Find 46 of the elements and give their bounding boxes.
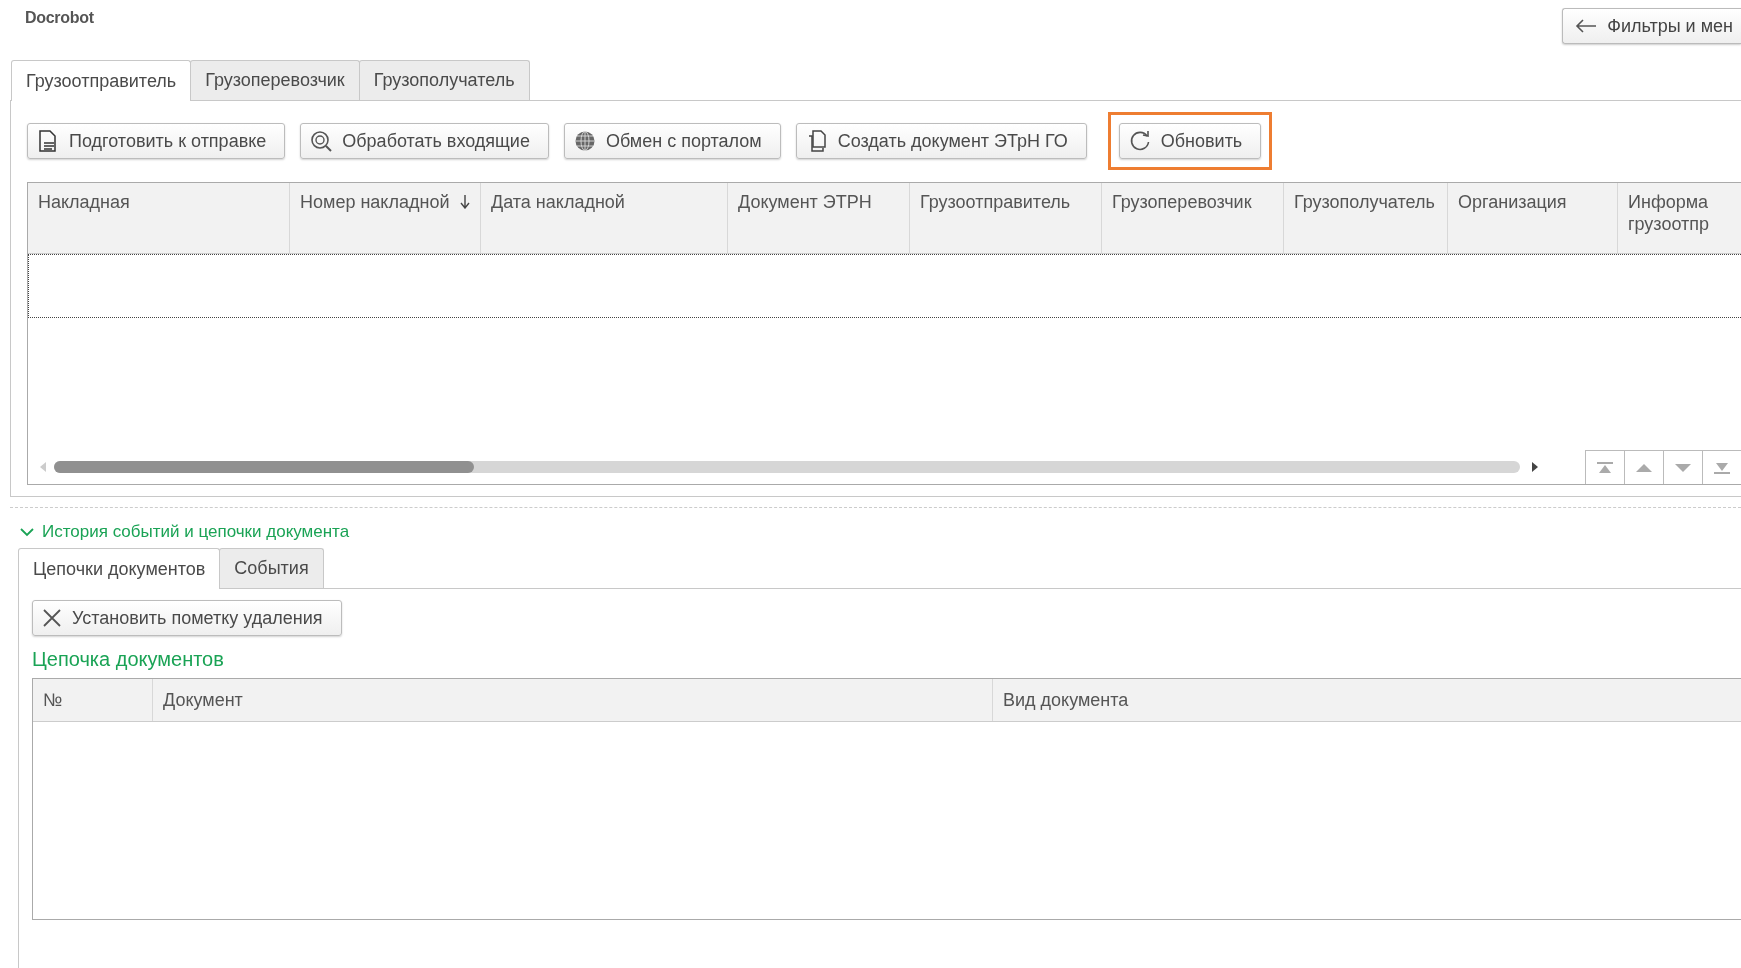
column-header[interactable]: Дата накладной: [481, 183, 728, 253]
column-header[interactable]: Грузоперевозчик: [1102, 183, 1284, 253]
down-icon: [1675, 463, 1691, 472]
column-header[interactable]: Накладная: [28, 183, 290, 253]
tab[interactable]: Цепочки документов: [18, 548, 221, 589]
column-header[interactable]: Информа грузоотпр: [1618, 183, 1741, 253]
chain-title: Цепочка документов: [32, 648, 225, 671]
close-icon: [42, 608, 62, 628]
column-header[interactable]: Организация: [1448, 183, 1618, 253]
column-header[interactable]: Документ: [153, 679, 993, 721]
refresh-icon: [1128, 130, 1151, 152]
scrollbar-track[interactable]: [54, 461, 1520, 473]
logo: Docrobot: [25, 9, 94, 27]
column-header[interactable]: №: [33, 679, 153, 721]
up-icon: [1636, 463, 1652, 472]
column-header[interactable]: Документ ЭТРН: [728, 183, 910, 253]
xml-file-icon: [37, 130, 59, 152]
column-header[interactable]: Вид документа: [993, 679, 1741, 721]
column-header[interactable]: Грузоотправитель: [910, 183, 1102, 253]
column-header[interactable]: Номер накладной: [290, 183, 481, 253]
filters-button[interactable]: Фильтры и мен: [1562, 8, 1741, 44]
scroll-right-icon: [1532, 462, 1538, 472]
first-row-button[interactable]: [1585, 450, 1624, 484]
magnifier-icon: [310, 130, 333, 152]
toolbar-button[interactable]: Подготовить к отправке: [27, 123, 286, 159]
tab[interactable]: Грузоотправитель: [11, 60, 192, 101]
tab[interactable]: Грузополучатель: [358, 60, 530, 100]
delete-mark-button[interactable]: Установить пометку удаления: [32, 600, 342, 636]
to-bottom-icon: [1714, 461, 1730, 474]
scrollbar-thumb[interactable]: [54, 461, 474, 473]
toolbar-button[interactable]: Обмен с порталом: [563, 123, 781, 159]
scroll-left-icon: [40, 462, 46, 472]
tab[interactable]: Грузоперевозчик: [190, 60, 360, 100]
globe-icon: [573, 130, 596, 152]
next-row-button[interactable]: [1663, 450, 1702, 484]
arrow-left-icon: [1575, 19, 1598, 33]
to-top-icon: [1597, 461, 1613, 474]
last-row-button[interactable]: [1702, 450, 1741, 484]
chevron-down-icon[interactable]: [20, 525, 34, 539]
column-header[interactable]: Грузополучатель: [1284, 183, 1448, 253]
toolbar-button[interactable]: Обновить: [1118, 123, 1262, 159]
previous-row-button[interactable]: [1624, 450, 1663, 484]
toolbar-button[interactable]: Обработать входящие: [300, 123, 549, 159]
toolbar-button[interactable]: Создать документ ЭТрН ГО: [795, 123, 1087, 159]
sort-arrow-icon: [460, 195, 470, 209]
tab[interactable]: События: [219, 548, 324, 588]
